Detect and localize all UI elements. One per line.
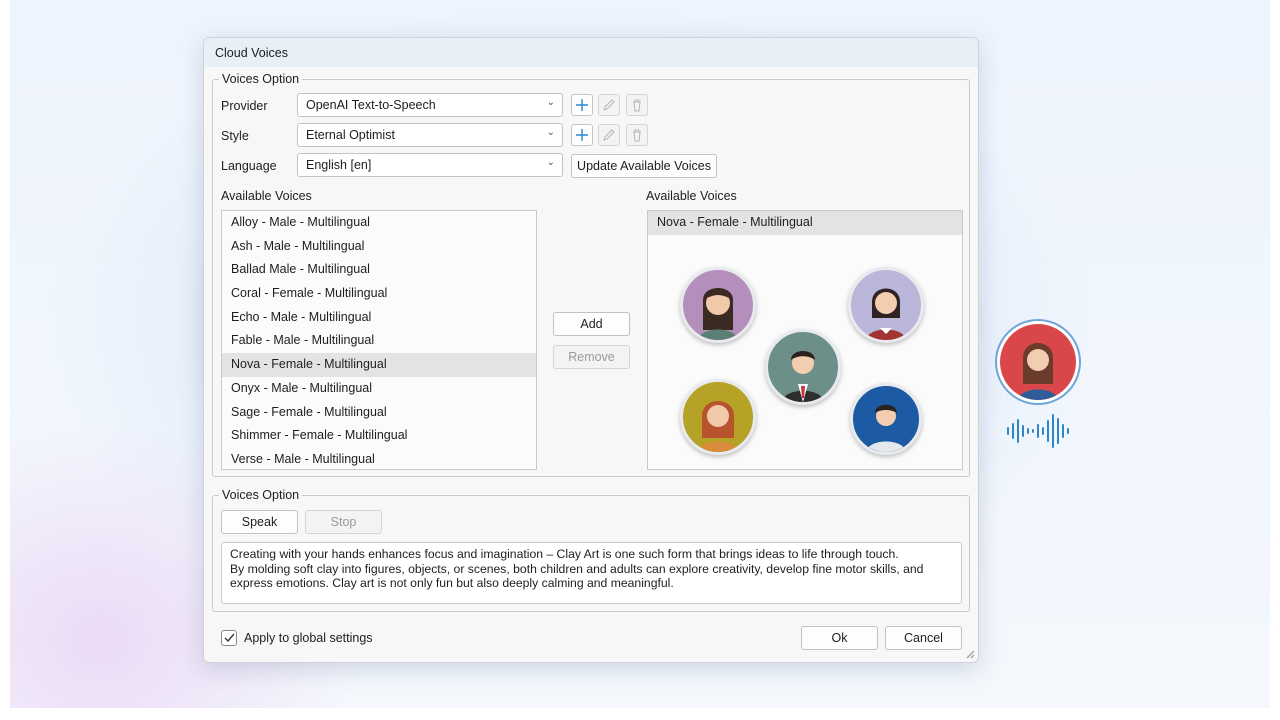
update-voices-button[interactable]: Update Available Voices bbox=[571, 154, 717, 178]
avatar bbox=[1000, 324, 1076, 400]
speak-option-title: Voices Option bbox=[219, 488, 303, 503]
style-value: Eternal Optimist bbox=[306, 128, 395, 142]
list-item[interactable]: Fable - Male - Multilingual bbox=[222, 329, 536, 353]
edit-style-button[interactable] bbox=[598, 124, 620, 146]
cloud-voices-dialog: Cloud Voices Voices Option Provider Open… bbox=[203, 37, 979, 663]
add-style-button[interactable] bbox=[571, 124, 593, 146]
add-voice-button[interactable]: Add bbox=[553, 312, 630, 336]
list-item[interactable]: Verse - Male - Multilingual bbox=[222, 448, 536, 469]
list-item[interactable]: Nova - Female - Multilingual bbox=[648, 211, 962, 235]
chevron-down-icon: ⌄ bbox=[546, 157, 555, 168]
resize-grip-icon[interactable] bbox=[965, 649, 975, 659]
avatar bbox=[850, 383, 922, 455]
chevron-down-icon: ⌄ bbox=[546, 127, 555, 138]
pencil-icon bbox=[603, 129, 615, 141]
avatar bbox=[848, 267, 924, 343]
text-line: By molding soft clay into figures, objec… bbox=[230, 561, 924, 576]
ok-button[interactable]: Ok bbox=[801, 626, 878, 650]
apply-global-checkbox[interactable] bbox=[221, 630, 237, 646]
add-provider-button[interactable] bbox=[571, 94, 593, 116]
trash-icon bbox=[633, 99, 641, 112]
provider-label: Provider bbox=[221, 99, 268, 113]
trash-icon bbox=[633, 129, 641, 142]
list-item[interactable]: Echo - Male - Multilingual bbox=[222, 306, 536, 330]
apply-global-label[interactable]: Apply to global settings bbox=[244, 630, 373, 646]
list-item[interactable]: Sage - Female - Multilingual bbox=[222, 401, 536, 425]
edit-provider-button[interactable] bbox=[598, 94, 620, 116]
cancel-button[interactable]: Cancel bbox=[885, 626, 962, 650]
speaking-avatar bbox=[995, 319, 1081, 405]
speak-button[interactable]: Speak bbox=[221, 510, 298, 534]
speech-text-input[interactable]: Creating with your hands enhances focus … bbox=[221, 542, 962, 604]
avatar bbox=[765, 329, 841, 405]
list-item[interactable]: Coral - Female - Multilingual bbox=[222, 282, 536, 306]
list-item[interactable]: Shimmer - Female - Multilingual bbox=[222, 424, 536, 448]
list-item[interactable]: Nova - Female - Multilingual bbox=[222, 353, 536, 377]
text-line: Creating with your hands enhances focus … bbox=[230, 547, 899, 561]
language-select[interactable]: English [en] ⌄ bbox=[297, 153, 563, 177]
voices-option-title: Voices Option bbox=[219, 72, 303, 87]
delete-provider-button[interactable] bbox=[626, 94, 648, 116]
chosen-voices-list[interactable]: Nova - Female - Multilingual bbox=[647, 210, 963, 470]
available-voices-label: Available Voices bbox=[221, 189, 312, 203]
style-select[interactable]: Eternal Optimist ⌄ bbox=[297, 123, 563, 147]
list-item[interactable]: Alloy - Male - Multilingual bbox=[222, 211, 536, 235]
list-item[interactable]: Onyx - Male - Multilingual bbox=[222, 377, 536, 401]
chosen-voices-label: Available Voices bbox=[646, 189, 737, 203]
plus-icon bbox=[576, 99, 588, 111]
avatar bbox=[680, 267, 756, 343]
language-value: English [en] bbox=[306, 158, 372, 172]
plus-icon bbox=[576, 129, 588, 141]
available-voices-list[interactable]: Alloy - Male - Multilingual Ash - Male - … bbox=[221, 210, 537, 470]
provider-select[interactable]: OpenAI Text-to-Speech ⌄ bbox=[297, 93, 563, 117]
pencil-icon bbox=[603, 99, 615, 111]
sound-wave-icon bbox=[1007, 414, 1069, 448]
checkmark-icon bbox=[224, 633, 235, 643]
chevron-down-icon: ⌄ bbox=[546, 97, 555, 108]
list-item[interactable]: Ballad Male - Multilingual bbox=[222, 258, 536, 282]
text-line: express emotions. Clay art is not only f… bbox=[230, 576, 674, 590]
dialog-title: Cloud Voices bbox=[204, 38, 978, 67]
provider-value: OpenAI Text-to-Speech bbox=[306, 98, 436, 112]
avatar bbox=[680, 379, 756, 455]
language-label: Language bbox=[221, 159, 277, 173]
style-label: Style bbox=[221, 129, 249, 143]
stop-button[interactable]: Stop bbox=[305, 510, 382, 534]
delete-style-button[interactable] bbox=[626, 124, 648, 146]
list-item[interactable]: Ash - Male - Multilingual bbox=[222, 235, 536, 259]
remove-voice-button[interactable]: Remove bbox=[553, 345, 630, 369]
